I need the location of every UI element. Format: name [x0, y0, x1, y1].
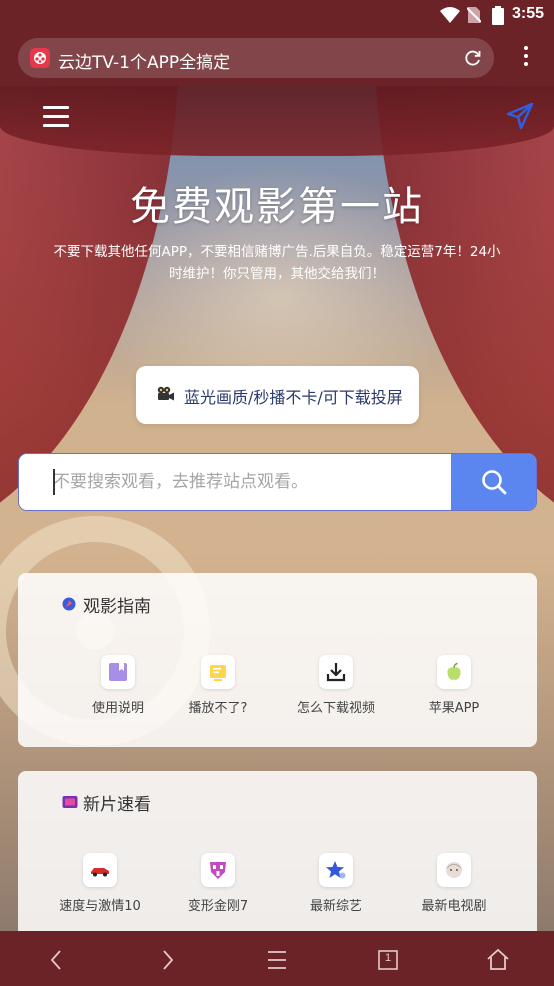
chevron-right-icon	[163, 950, 174, 970]
text-cursor	[53, 469, 55, 495]
guide-item-label: 怎么下载视频	[296, 701, 375, 716]
tv-icon	[62, 796, 78, 808]
page-title: 云边TV-1个APP全搞定	[58, 53, 231, 73]
guide-item-label: 苹果APP	[428, 701, 480, 716]
car-icon	[83, 853, 117, 887]
reload-icon[interactable]	[464, 49, 482, 67]
guide-item-label: 播放不了?	[188, 701, 248, 716]
browser-nav-bar: 1	[0, 931, 554, 986]
new-item-label: 变形金刚7	[187, 899, 249, 914]
new-item-variety[interactable]: 最新综艺	[276, 853, 396, 914]
download-icon	[319, 655, 353, 689]
no-sim-icon	[467, 7, 481, 23]
chevron-left-icon	[50, 950, 61, 970]
feature-pill[interactable]: 蓝光画质/秒播不卡/可下载投屏	[136, 366, 419, 424]
new-item-label: 速度与激情10	[59, 899, 141, 914]
search-button[interactable]	[451, 454, 536, 510]
battery-icon	[492, 6, 504, 25]
home-button[interactable]	[483, 945, 513, 975]
new-releases-title: 新片速看	[83, 795, 151, 815]
player-icon	[201, 655, 235, 689]
browser-menu-icon[interactable]	[522, 46, 530, 70]
guide-item-download[interactable]: 怎么下载视频	[276, 655, 396, 716]
search-input[interactable]	[19, 454, 453, 510]
tab-count: 1	[384, 952, 392, 964]
new-item-label: 最新电视剧	[421, 899, 487, 914]
guide-item-apple[interactable]: 苹果APP	[394, 655, 514, 716]
feature-pill-label: 蓝光画质/秒播不卡/可下载投屏	[184, 388, 403, 407]
compass-icon	[62, 597, 76, 611]
robot-icon	[201, 853, 235, 887]
new-item-fast-furious[interactable]: 速度与激情10	[40, 853, 160, 914]
guide-card: 观影指南 使用说明 播放不了? 怎么下载视频 苹果APP	[18, 573, 537, 747]
home-icon	[487, 948, 509, 970]
guide-item-playback[interactable]: 播放不了?	[158, 655, 278, 716]
curtain-valance-decoration	[0, 86, 554, 156]
send-icon[interactable]	[506, 102, 534, 130]
apple-icon	[437, 655, 471, 689]
guide-title: 观影指南	[83, 597, 151, 617]
address-bar[interactable]: 云边TV-1个APP全搞定	[18, 38, 494, 78]
new-item-transformers[interactable]: 变形金刚7	[158, 853, 278, 914]
face-icon	[437, 853, 471, 887]
status-bar: 3:55	[0, 0, 554, 30]
forward-button[interactable]	[152, 945, 182, 975]
status-time: 3:55	[511, 5, 544, 22]
guide-items: 使用说明 播放不了? 怎么下载视频 苹果APP	[18, 655, 537, 735]
hamburger-menu-icon[interactable]	[43, 106, 69, 128]
tabs-button[interactable]: 1	[373, 945, 403, 975]
menu-button[interactable]	[262, 945, 292, 975]
movie-camera-icon	[157, 386, 174, 401]
search-icon	[482, 470, 507, 495]
new-release-items: 速度与激情10 变形金刚7 最新综艺 最新电视剧	[18, 853, 537, 931]
menu-lines-icon	[268, 951, 286, 969]
hero-subtitle: 不要下载其他任何APP，不要相信赌博广告.后果自负。稳定运营7年！24小时维护！…	[53, 244, 501, 282]
new-releases-card: 新片速看 速度与激情10 变形金刚7 最新综艺 最新电视剧	[18, 771, 537, 931]
star-icon	[319, 853, 353, 887]
hero-title: 免费观影第一站	[130, 184, 424, 230]
book-icon	[101, 655, 135, 689]
browser-toolbar: 云边TV-1个APP全搞定	[0, 30, 554, 86]
web-page: 免费观影第一站 不要下载其他任何APP，不要相信赌博广告.后果自负。稳定运营7年…	[0, 86, 554, 931]
new-item-tv-series[interactable]: 最新电视剧	[394, 853, 514, 914]
search-box	[18, 453, 537, 511]
wifi-icon	[440, 7, 460, 23]
new-item-label: 最新综艺	[309, 899, 362, 914]
back-button[interactable]	[42, 945, 72, 975]
site-favicon-icon	[30, 48, 50, 68]
